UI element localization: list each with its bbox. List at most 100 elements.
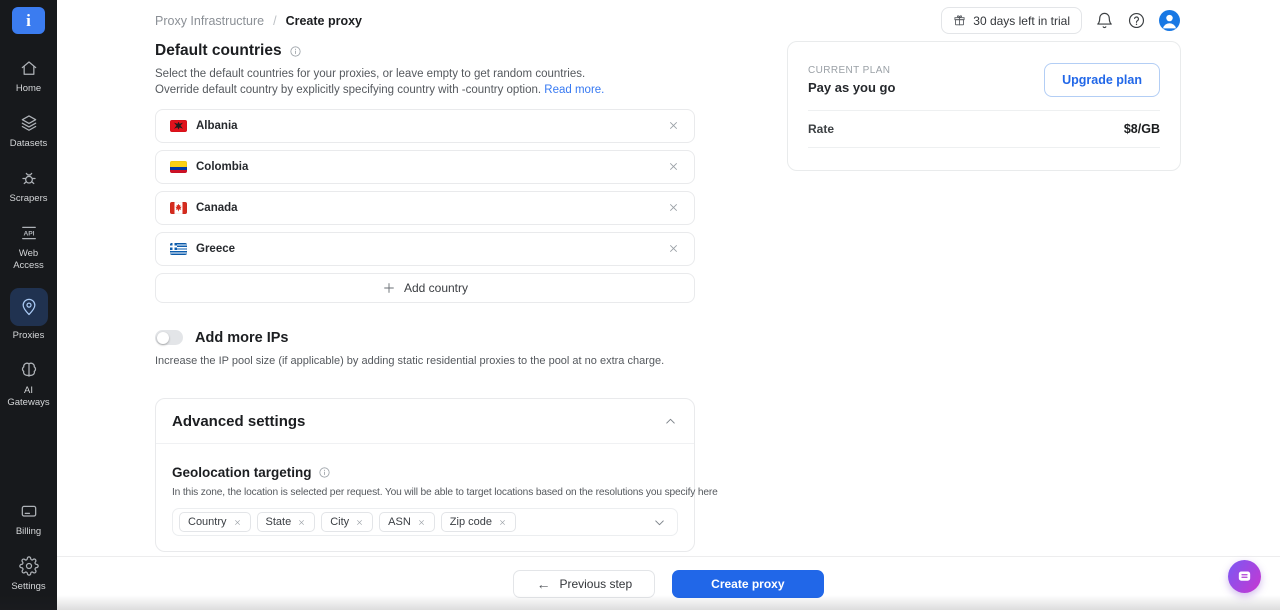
user-avatar[interactable] bbox=[1159, 10, 1180, 31]
country-name: Albania bbox=[196, 119, 238, 132]
plan-header: CURRENT PLAN Pay as you go Upgrade plan bbox=[808, 63, 1160, 97]
remove-country-button[interactable] bbox=[667, 119, 680, 132]
country-name: Colombia bbox=[196, 160, 249, 173]
sidebar-item-label: Home bbox=[15, 83, 42, 94]
sidebar-item-label: Scrapers bbox=[9, 192, 48, 204]
previous-step-label: Previous step bbox=[559, 577, 633, 591]
scrapers-icon bbox=[18, 167, 40, 189]
al-flag-icon bbox=[170, 119, 187, 132]
read-more-link[interactable]: Read more. bbox=[544, 84, 604, 96]
remove-tag-icon[interactable] bbox=[355, 518, 364, 527]
chevron-up-icon bbox=[663, 414, 678, 429]
chevron-down-icon[interactable] bbox=[652, 515, 667, 530]
sidebar-item-label: Billing bbox=[15, 526, 42, 538]
svg-text:API: API bbox=[23, 230, 34, 237]
breadcrumb-section[interactable]: Proxy Infrastructure bbox=[155, 14, 264, 28]
geo-resolution-tag[interactable]: Zip code bbox=[440, 512, 516, 533]
datasets-icon bbox=[18, 112, 40, 134]
sidebar-item-web-access[interactable]: API Web Access bbox=[0, 222, 57, 272]
brain-icon bbox=[18, 359, 40, 381]
country-row: Canada bbox=[155, 190, 695, 225]
upgrade-plan-button[interactable]: Upgrade plan bbox=[1044, 63, 1160, 97]
api-icon: API bbox=[18, 222, 40, 244]
info-icon[interactable] bbox=[318, 466, 331, 479]
geo-resolution-tag[interactable]: State bbox=[256, 512, 316, 533]
add-country-button[interactable]: Add country bbox=[155, 272, 695, 303]
geo-resolution-tag[interactable]: City bbox=[321, 512, 374, 533]
remove-tag-icon[interactable] bbox=[233, 518, 242, 527]
chat-button[interactable] bbox=[1228, 560, 1261, 593]
sidebar-item-settings[interactable]: Settings bbox=[0, 555, 57, 593]
sidebar-item-ai-gateways[interactable]: AI Gateways bbox=[0, 359, 57, 409]
main-area: Proxy Infrastructure / Create proxy 30 d… bbox=[57, 0, 1280, 610]
top-bar: Proxy Infrastructure / Create proxy 30 d… bbox=[57, 0, 1280, 37]
divider bbox=[808, 147, 1160, 148]
sidebar-item-proxies[interactable]: Proxies bbox=[0, 288, 57, 342]
sidebar-item-label: Settings bbox=[11, 581, 46, 593]
sidebar-item-label: Web Access bbox=[13, 247, 44, 271]
previous-step-button[interactable]: ← Previous step bbox=[513, 570, 656, 598]
sidebar-item-label: AI Gateways bbox=[7, 385, 50, 409]
sidebar-item-home[interactable]: Home bbox=[0, 57, 57, 95]
geolocation-title-row: Geolocation targeting bbox=[172, 465, 678, 480]
map-pin-icon bbox=[9, 288, 48, 327]
top-actions: 30 days left in trial bbox=[941, 7, 1180, 34]
default-countries-description: Select the default countries for your pr… bbox=[155, 66, 695, 99]
brand-logo-letter: i bbox=[26, 10, 31, 30]
country-row: Greece bbox=[155, 231, 695, 266]
add-more-ips-toggle[interactable] bbox=[155, 330, 183, 346]
trial-badge[interactable]: 30 days left in trial bbox=[941, 7, 1082, 34]
current-plan-card: CURRENT PLAN Pay as you go Upgrade plan … bbox=[787, 41, 1181, 171]
default-countries-title-row: Default countries bbox=[155, 42, 695, 60]
default-countries-section: Default countries Select the default cou… bbox=[155, 42, 695, 303]
sidebar-item-scrapers[interactable]: Scrapers bbox=[0, 167, 57, 205]
sidebar-item-billing[interactable]: Billing bbox=[0, 500, 57, 538]
add-more-ips-title: Add more IPs bbox=[195, 329, 289, 346]
rate-label: Rate bbox=[808, 122, 835, 136]
gear-icon bbox=[18, 555, 40, 577]
notifications-button[interactable] bbox=[1095, 11, 1114, 30]
plan-info: CURRENT PLAN Pay as you go bbox=[808, 65, 895, 95]
rate-row: Rate $8/GB bbox=[808, 111, 1160, 147]
advanced-settings-header[interactable]: Advanced settings bbox=[172, 413, 678, 430]
country-row: Albania bbox=[155, 108, 695, 143]
sidebar-item-datasets[interactable]: Datasets bbox=[0, 112, 57, 150]
add-country-label: Add country bbox=[403, 280, 469, 295]
remove-country-button[interactable] bbox=[667, 242, 680, 255]
home-icon bbox=[18, 57, 40, 79]
add-more-ips-header: Add more IPs bbox=[155, 330, 695, 346]
plus-icon bbox=[382, 281, 396, 295]
geo-tag-label: ASN bbox=[388, 516, 411, 529]
form-footer: ← Previous step Create proxy bbox=[57, 556, 1280, 610]
geo-resolution-tag[interactable]: ASN bbox=[379, 512, 435, 533]
remove-country-button[interactable] bbox=[667, 201, 680, 214]
gr-flag-icon bbox=[170, 242, 187, 255]
description-line2: Override default country by explicitly s… bbox=[155, 84, 542, 97]
breadcrumb: Proxy Infrastructure / Create proxy bbox=[155, 14, 362, 28]
bell-icon bbox=[1095, 11, 1114, 30]
sidebar-item-label: Datasets bbox=[9, 137, 48, 149]
geo-tag-label: State bbox=[265, 516, 292, 529]
remove-tag-icon[interactable] bbox=[297, 518, 306, 527]
geo-resolution-tag[interactable]: Country bbox=[179, 512, 251, 533]
remove-country-button[interactable] bbox=[667, 160, 680, 173]
create-proxy-button[interactable]: Create proxy bbox=[672, 570, 824, 598]
remove-tag-icon[interactable] bbox=[417, 518, 426, 527]
help-button[interactable] bbox=[1127, 11, 1146, 30]
remove-tag-icon[interactable] bbox=[498, 518, 507, 527]
country-row: Colombia bbox=[155, 149, 695, 184]
sidebar-nav-bottom: Billing Settings bbox=[0, 500, 57, 610]
user-avatar-icon bbox=[1159, 10, 1180, 31]
collapse-button[interactable] bbox=[663, 414, 678, 429]
info-icon[interactable] bbox=[289, 45, 302, 58]
geolocation-description: In this zone, the location is selected p… bbox=[172, 487, 718, 499]
sidebar: i Home Datasets Scrapers API Web Access Proxi… bbox=[0, 0, 57, 610]
arrow-left-icon: ← bbox=[536, 576, 551, 592]
chat-icon bbox=[1236, 568, 1253, 585]
brand-logo[interactable]: i bbox=[12, 7, 45, 34]
geolocation-title: Geolocation targeting bbox=[172, 465, 312, 481]
geo-resolutions-select[interactable]: Country State City ASN Zip code bbox=[172, 508, 678, 537]
country-name: Greece bbox=[196, 242, 236, 255]
credit-card-icon bbox=[18, 500, 40, 522]
geolocation-targeting-section: Geolocation targeting In this zone, the … bbox=[172, 465, 718, 537]
